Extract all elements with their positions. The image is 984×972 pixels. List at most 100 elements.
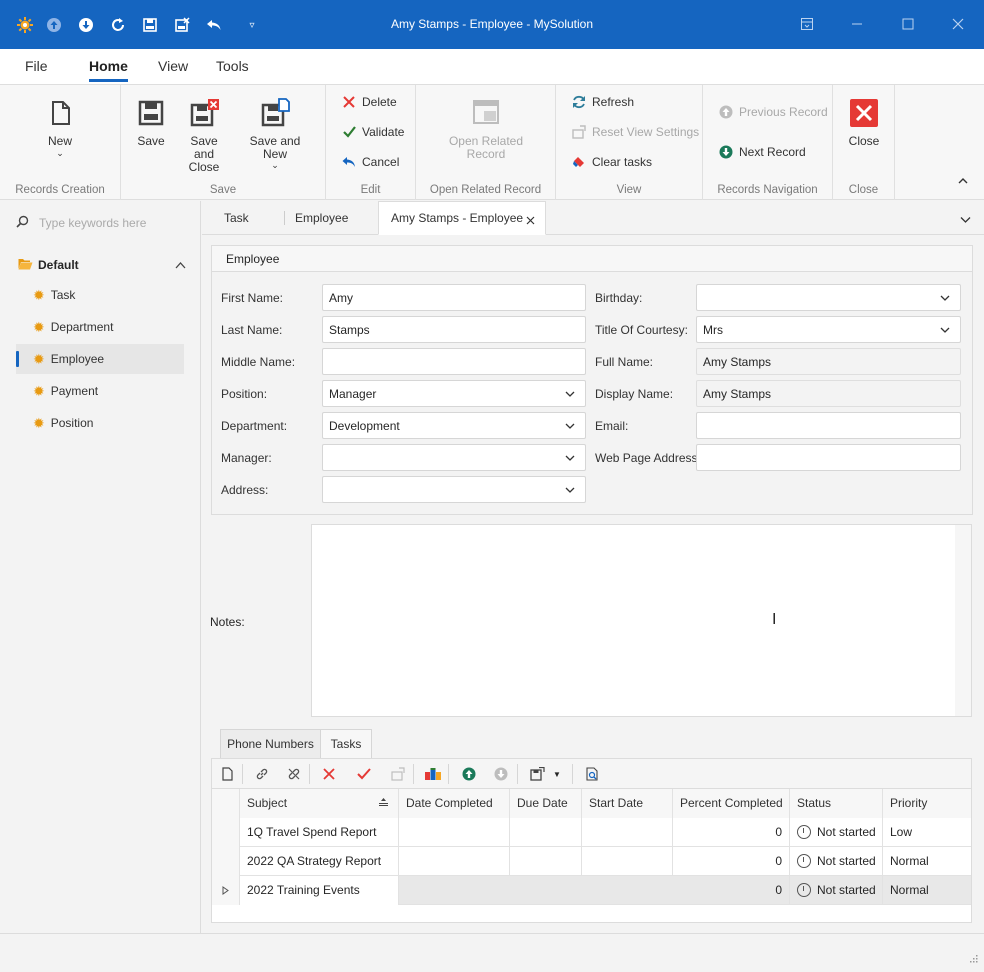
column-header-due-date[interactable]: Due Date <box>510 789 582 818</box>
middle-name-field[interactable] <box>322 348 586 375</box>
move-down-icon[interactable] <box>492 765 510 783</box>
validate-task-icon[interactable] <box>355 765 373 783</box>
cell-percent-completed[interactable]: 0 <box>673 847 790 876</box>
column-header-date-completed[interactable]: Date Completed <box>399 789 510 818</box>
title-of-courtesy-select[interactable]: Mrs <box>696 316 961 343</box>
doc-tab-employee[interactable]: Employee <box>295 201 348 235</box>
tab-file[interactable]: File <box>25 58 48 74</box>
cell-priority[interactable]: Low <box>883 818 971 847</box>
tab-view[interactable]: View <box>158 58 188 74</box>
doc-tab-task[interactable]: Task <box>224 201 249 235</box>
reset-view-settings-button[interactable]: Reset View Settings <box>572 125 699 139</box>
collapse-ribbon-icon[interactable] <box>957 175 971 189</box>
column-header-percent-completed[interactable]: Percent Completed <box>673 789 790 818</box>
next-record-button[interactable]: Next Record <box>719 145 806 159</box>
sidebar-item-payment[interactable]: ✹ Payment <box>16 376 184 406</box>
table-row[interactable]: 1Q Travel Spend Report 0 Not started Low <box>212 818 971 847</box>
close-button[interactable]: Close <box>848 97 880 148</box>
print-preview-icon[interactable] <box>583 765 601 783</box>
last-name-field[interactable]: Stamps <box>322 316 586 343</box>
chevron-down-icon[interactable] <box>565 389 575 399</box>
first-name-field[interactable]: Amy <box>322 284 586 311</box>
cell-due-date[interactable] <box>510 847 582 876</box>
tab-tasks[interactable]: Tasks <box>320 729 372 759</box>
cancel-button[interactable]: Cancel <box>342 155 399 169</box>
cell-percent-completed[interactable]: 0 <box>673 876 790 905</box>
cell-due-date[interactable] <box>510 818 582 847</box>
email-field[interactable] <box>696 412 961 439</box>
manager-lookup[interactable] <box>322 444 586 471</box>
cell-priority[interactable]: Normal <box>883 876 971 905</box>
close-tab-icon[interactable] <box>526 214 535 228</box>
cell-subject[interactable]: 2022 Training Events <box>240 876 399 905</box>
nav-group-default[interactable]: Default <box>18 256 186 274</box>
position-lookup[interactable]: Manager <box>322 380 586 407</box>
web-page-address-field[interactable] <box>696 444 961 471</box>
delete-task-icon[interactable] <box>320 765 338 783</box>
cell-start-date[interactable] <box>582 847 673 876</box>
table-row[interactable]: 2022 QA Strategy Report 0 Not started No… <box>212 847 971 876</box>
notes-editor[interactable] <box>311 524 972 717</box>
cell-subject[interactable]: 2022 QA Strategy Report <box>240 847 399 876</box>
chevron-up-icon[interactable] <box>175 258 186 272</box>
cell-status[interactable]: Not started <box>790 876 883 905</box>
sidebar-item-task[interactable]: ✹ Task <box>16 280 184 310</box>
maximize-icon[interactable] <box>898 14 918 34</box>
tab-tools[interactable]: Tools <box>216 58 249 74</box>
cell-due-date[interactable] <box>510 876 582 905</box>
cell-subject[interactable]: 1Q Travel Spend Report <box>240 818 399 847</box>
chevron-down-icon[interactable] <box>940 325 950 335</box>
refresh-button[interactable]: Refresh <box>572 95 634 109</box>
birthday-date-edit[interactable] <box>696 284 961 311</box>
save-layout-dropdown-icon[interactable]: ▼ <box>552 765 562 783</box>
new-button[interactable]: New ⌄ <box>39 97 81 158</box>
ribbon-display-icon[interactable] <box>797 14 817 34</box>
tab-phone-numbers[interactable]: Phone Numbers <box>220 729 321 759</box>
notes-scrollbar[interactable] <box>955 525 971 716</box>
sidebar-item-position[interactable]: ✹ Position <box>16 408 184 438</box>
save-and-new-button[interactable]: Save and New ⌄ <box>238 97 312 170</box>
cell-priority[interactable]: Normal <box>883 847 971 876</box>
column-header-subject[interactable]: Subject <box>240 789 399 818</box>
sidebar-item-department[interactable]: ✹ Department <box>16 312 184 342</box>
cell-status[interactable]: Not started <box>790 818 883 847</box>
new-task-icon[interactable] <box>218 765 236 783</box>
save-and-close-button[interactable]: Save and Close <box>179 97 229 174</box>
column-header-start-date[interactable]: Start Date <box>582 789 673 818</box>
cell-status[interactable]: Not started <box>790 847 883 876</box>
validate-button[interactable]: Validate <box>342 125 404 139</box>
export-icon[interactable] <box>389 765 407 783</box>
resize-grip-icon[interactable] <box>970 952 978 966</box>
chevron-down-icon[interactable] <box>565 453 575 463</box>
delete-button[interactable]: Delete <box>342 95 397 109</box>
save-layout-icon[interactable] <box>528 765 546 783</box>
table-row-focused[interactable]: 2022 Training Events 0 Not started Norma… <box>212 876 971 905</box>
column-header-priority[interactable]: Priority <box>883 789 971 818</box>
minimize-icon[interactable] <box>847 14 867 34</box>
clear-tasks-button[interactable]: Clear tasks <box>572 155 652 169</box>
cell-date-completed[interactable] <box>399 818 510 847</box>
address-lookup[interactable] <box>322 476 586 503</box>
tabs-dropdown-icon[interactable] <box>960 213 971 227</box>
unlink-icon[interactable] <box>285 765 303 783</box>
sidebar-item-employee[interactable]: ✹ Employee <box>16 344 184 374</box>
cell-percent-completed[interactable]: 0 <box>673 818 790 847</box>
column-header-status[interactable]: Status <box>790 789 883 818</box>
cell-date-completed[interactable] <box>399 847 510 876</box>
move-up-icon[interactable] <box>460 765 478 783</box>
link-icon[interactable] <box>253 765 271 783</box>
layout-colors-icon[interactable] <box>424 765 442 783</box>
cell-date-completed[interactable] <box>399 876 510 905</box>
cell-start-date[interactable] <box>582 818 673 847</box>
previous-record-button[interactable]: Previous Record <box>719 105 828 119</box>
save-button[interactable]: Save <box>135 97 167 148</box>
chevron-down-icon[interactable] <box>565 485 575 495</box>
doc-tab-amy-stamps-employee[interactable]: Amy Stamps - Employee <box>378 201 546 235</box>
close-window-icon[interactable] <box>948 14 968 34</box>
open-related-record-button[interactable]: Open Related Record <box>446 97 526 161</box>
chevron-down-icon[interactable] <box>565 421 575 431</box>
department-lookup[interactable]: Development <box>322 412 586 439</box>
search-box[interactable]: Type keywords here <box>16 214 186 232</box>
tab-home[interactable]: Home <box>89 58 128 74</box>
chevron-down-icon[interactable] <box>940 293 950 303</box>
